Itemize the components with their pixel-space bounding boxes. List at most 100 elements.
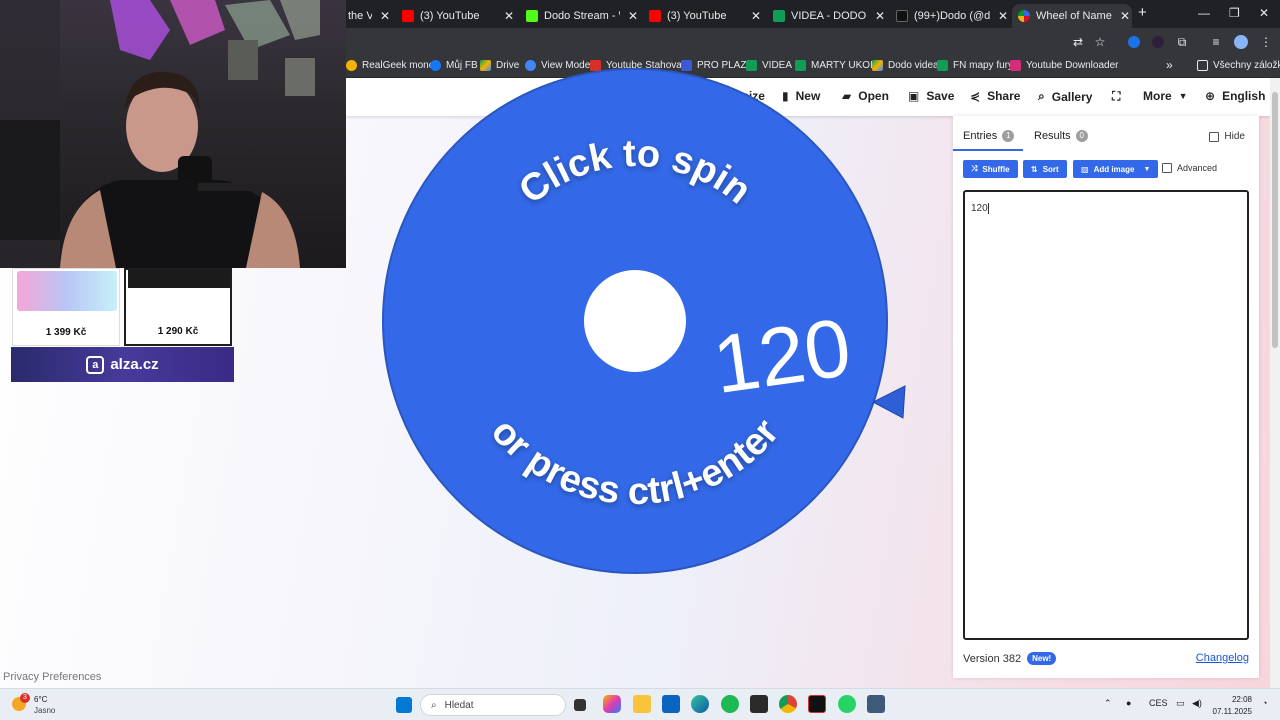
add-image-button[interactable]: ▨ Add image ▼	[1073, 160, 1159, 178]
product-card[interactable]: 1 399 Kč	[12, 268, 120, 346]
sort-label: Sort	[1042, 164, 1059, 174]
keyboard-product-image	[17, 271, 117, 311]
extensions-puzzle-icon[interactable]: ⧉	[1174, 34, 1190, 50]
network-icon[interactable]: ▭	[1176, 698, 1185, 709]
all-bookmarks-button[interactable]: Všechny záložky	[1197, 60, 1280, 71]
new-tab-button[interactable]: +	[1138, 4, 1147, 21]
bookmark-item[interactable]: Youtube Downloader	[1010, 60, 1118, 71]
terminal-icon[interactable]	[750, 695, 768, 713]
notifications-icon[interactable]: ◔	[1262, 698, 1267, 708]
sort-button[interactable]: ⇅ Sort	[1023, 160, 1067, 178]
share-button[interactable]: ⋞ Share	[970, 89, 1020, 103]
folder-icon	[1197, 60, 1208, 71]
sheets-icon	[773, 10, 785, 22]
gallery-button[interactable]: ⌕ Gallery	[1038, 89, 1092, 104]
tab-entries[interactable]: Entries 1	[963, 130, 1015, 142]
advanced-checkbox[interactable]	[1162, 163, 1172, 173]
taskbar-search[interactable]: ⌕ Hledat	[420, 694, 566, 716]
close-tab-icon[interactable]: ✕	[502, 9, 516, 23]
copilot-icon[interactable]	[603, 695, 621, 713]
bookmark-label: FN mapy fury	[953, 60, 1014, 71]
extension-dark-icon[interactable]	[1150, 34, 1166, 50]
entries-textarea[interactable]: 120	[963, 190, 1249, 640]
outlook-icon[interactable]	[662, 695, 680, 713]
tab-5[interactable]: (99+)Dodo (@dodos ✕	[890, 4, 1010, 28]
page-scrollbar[interactable]	[1270, 78, 1280, 688]
changelog-link[interactable]: Changelog	[1196, 652, 1249, 664]
close-tab-icon[interactable]: ✕	[996, 9, 1010, 23]
windows-start-icon[interactable]	[396, 697, 412, 713]
tray-chevron-icon[interactable]: ⌃	[1104, 698, 1112, 709]
close-tab-icon[interactable]: ✕	[873, 9, 887, 23]
wheel-pointer-icon	[873, 385, 906, 419]
text-cursor	[987, 203, 989, 214]
more-bookmarks-button[interactable]: »	[1166, 58, 1173, 72]
tab-0[interactable]: the VC ✕	[342, 4, 392, 28]
kick-icon	[526, 10, 538, 22]
extension-icon[interactable]	[1126, 34, 1142, 50]
edge-icon[interactable]	[691, 695, 709, 713]
close-window-button[interactable]: ✕	[1259, 6, 1269, 20]
product-card[interactable]: 1 290 Kč	[124, 268, 232, 346]
tab-3[interactable]: (3) YouTube ✕	[643, 4, 763, 28]
file-explorer-icon[interactable]	[633, 695, 651, 713]
minimize-button[interactable]: —	[1198, 6, 1210, 20]
close-tab-icon[interactable]: ✕	[749, 9, 763, 23]
alza-banner[interactable]: a alza.cz	[11, 347, 234, 382]
advanced-toggle[interactable]: Advanced	[1162, 163, 1217, 173]
bookmark-item[interactable]: FN mapy fury	[937, 60, 1013, 71]
webcam-image	[0, 0, 320, 268]
whatsapp-icon[interactable]	[838, 695, 856, 713]
wheel-svg[interactable]: Click to spin or press ctrl+enter 120	[380, 66, 890, 576]
wheel-entry-label: 120	[708, 302, 856, 411]
language-button[interactable]: ⊕ English	[1205, 89, 1265, 103]
chevron-down-icon: ▼	[1143, 165, 1151, 173]
windows-taskbar: 3 6°C Jasno ⌕ Hledat ⌃ ● CES ▭ ◀) 22:08 …	[0, 688, 1280, 720]
tab-6-active[interactable]: Wheel of Names | Ra ✕	[1012, 4, 1132, 28]
tab-2[interactable]: Dodo Stream - Watc ✕	[520, 4, 640, 28]
profile-avatar-icon[interactable]	[1233, 34, 1249, 50]
spotify-icon[interactable]	[721, 695, 739, 713]
save-button[interactable]: ▣ Save	[908, 89, 954, 103]
calculator-icon[interactable]	[867, 695, 885, 713]
volume-icon[interactable]: ◀)	[1192, 698, 1202, 709]
tab-results[interactable]: Results 0	[1034, 130, 1088, 142]
shuffle-button[interactable]: ⤨ Shuffle	[963, 160, 1018, 178]
privacy-preferences-link[interactable]: Privacy Preferences	[3, 671, 101, 683]
sheets-icon	[937, 60, 948, 71]
tab-4[interactable]: VIDEA - DODO - Tab ✕	[767, 4, 887, 28]
shuffle-label: Shuffle	[982, 164, 1010, 174]
version-label: Version 382	[963, 652, 1022, 665]
chrome-menu-icon[interactable]: ⋮	[1258, 34, 1274, 50]
epic-games-icon[interactable]	[808, 695, 826, 713]
results-count-badge: 0	[1075, 130, 1088, 142]
wheel-center-hub[interactable]	[584, 270, 686, 372]
hide-checkbox[interactable]	[1209, 131, 1220, 142]
tiktok-icon	[896, 10, 908, 22]
maximize-button[interactable]: ❐	[1229, 6, 1240, 20]
close-tab-icon[interactable]: ✕	[626, 9, 640, 23]
weather-temp: 6°C	[34, 695, 48, 704]
language-indicator[interactable]: CES	[1149, 698, 1168, 708]
scrollbar-thumb[interactable]	[1272, 92, 1278, 348]
microphone-icon[interactable]: ●	[1126, 698, 1131, 708]
save-label: Save	[926, 89, 955, 103]
tab-1[interactable]: (3) YouTube ✕	[396, 4, 516, 28]
spin-wheel[interactable]: Click to spin or press ctrl+enter 120	[380, 66, 890, 576]
media-icon[interactable]: ≡	[1208, 34, 1224, 50]
task-view-icon[interactable]	[574, 699, 586, 711]
more-menu-button[interactable]: More ▼	[1143, 89, 1188, 103]
sort-icon: ⇅	[1031, 164, 1038, 174]
hide-toggle[interactable]: Hide	[1209, 131, 1245, 142]
tab-title: Dodo Stream - Watc	[544, 10, 620, 22]
fullscreen-button[interactable]: ⛶	[1112, 89, 1120, 104]
translate-icon[interactable]: ⇄	[1070, 34, 1086, 50]
image-icon: ▨	[1081, 164, 1089, 174]
share-icon: ⋞	[970, 89, 981, 103]
close-tab-icon[interactable]: ✕	[1118, 9, 1132, 23]
close-tab-icon[interactable]: ✕	[378, 9, 392, 23]
weather-widget[interactable]: 3 6°C Jasno	[12, 693, 82, 717]
bookmark-star-icon[interactable]: ☆	[1092, 34, 1108, 50]
chrome-icon[interactable]	[779, 695, 797, 713]
system-clock[interactable]: 22:08 07.11.2025	[1212, 694, 1252, 718]
